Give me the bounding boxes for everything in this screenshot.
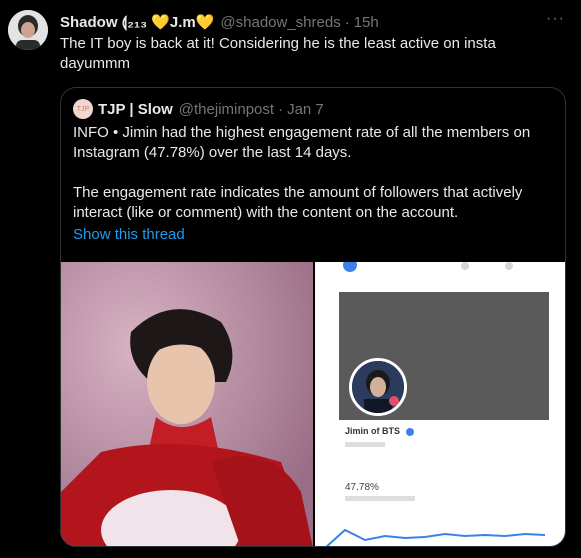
- engagement-sparkline: [325, 528, 546, 546]
- instagram-profile-name: Jimin of BTS: [345, 426, 414, 436]
- engagement-rate-value: 47.78%: [345, 482, 379, 493]
- quoted-paragraph-info: INFO • Jimin had the highest engagement …: [73, 124, 531, 161]
- quoted-tweet-card[interactable]: TJP TJP | Slow @thejiminpost · Jan 7 INF…: [60, 87, 566, 547]
- author-handle[interactable]: @shadow_shreds: [220, 14, 340, 31]
- author-display-name[interactable]: Shadow ⟬₂₁₃ 💛J.m💛: [60, 13, 214, 31]
- quoted-paragraph-explanation: The engagement rate indicates the amount…: [73, 184, 523, 221]
- separator-dot: ·: [278, 100, 284, 118]
- photo-instagram-screenshot[interactable]: Jimin of BTS 47.78%: [315, 262, 565, 546]
- tweet-header: Shadow ⟬₂₁₃ 💛J.m💛 @shadow_shreds · 15h: [60, 12, 561, 32]
- quoted-tweet-text: INFO • Jimin had the highest engagement …: [73, 123, 553, 223]
- tweet-timestamp[interactable]: 15h: [354, 14, 379, 31]
- separator-dot: ·: [344, 13, 350, 31]
- tweet-text-line: dayummm: [60, 55, 131, 72]
- quoted-author-handle[interactable]: @thejiminpost: [179, 101, 274, 118]
- author-avatar[interactable]: [8, 10, 48, 50]
- quoted-tweet-date[interactable]: Jan 7: [287, 101, 324, 118]
- instagram-profile-avatar: [349, 358, 407, 416]
- show-thread-link[interactable]: Show this thread: [73, 226, 185, 243]
- quoted-tweet-header: TJP TJP | Slow @thejiminpost · Jan 7: [73, 99, 324, 119]
- tweet-text-line: The IT boy is back at it! Considering he…: [60, 35, 496, 52]
- instagram-dot-icon: [343, 262, 357, 272]
- placeholder-dot: [461, 262, 469, 270]
- photo-portrait[interactable]: [61, 262, 313, 546]
- placeholder-dot: [505, 262, 513, 270]
- quoted-author-name[interactable]: TJP | Slow: [98, 101, 173, 118]
- blurred-subtitle: [345, 442, 385, 447]
- blurred-rate-label: [345, 496, 415, 501]
- quoted-author-avatar[interactable]: TJP: [73, 99, 93, 119]
- tweet-text: The IT boy is back at it! Considering he…: [60, 34, 560, 74]
- media-grid: Jimin of BTS 47.78%: [61, 262, 565, 546]
- instagram-name-text: Jimin of BTS: [345, 426, 401, 436]
- verified-badge-icon: [405, 427, 414, 436]
- more-options-icon[interactable]: ···: [546, 10, 565, 28]
